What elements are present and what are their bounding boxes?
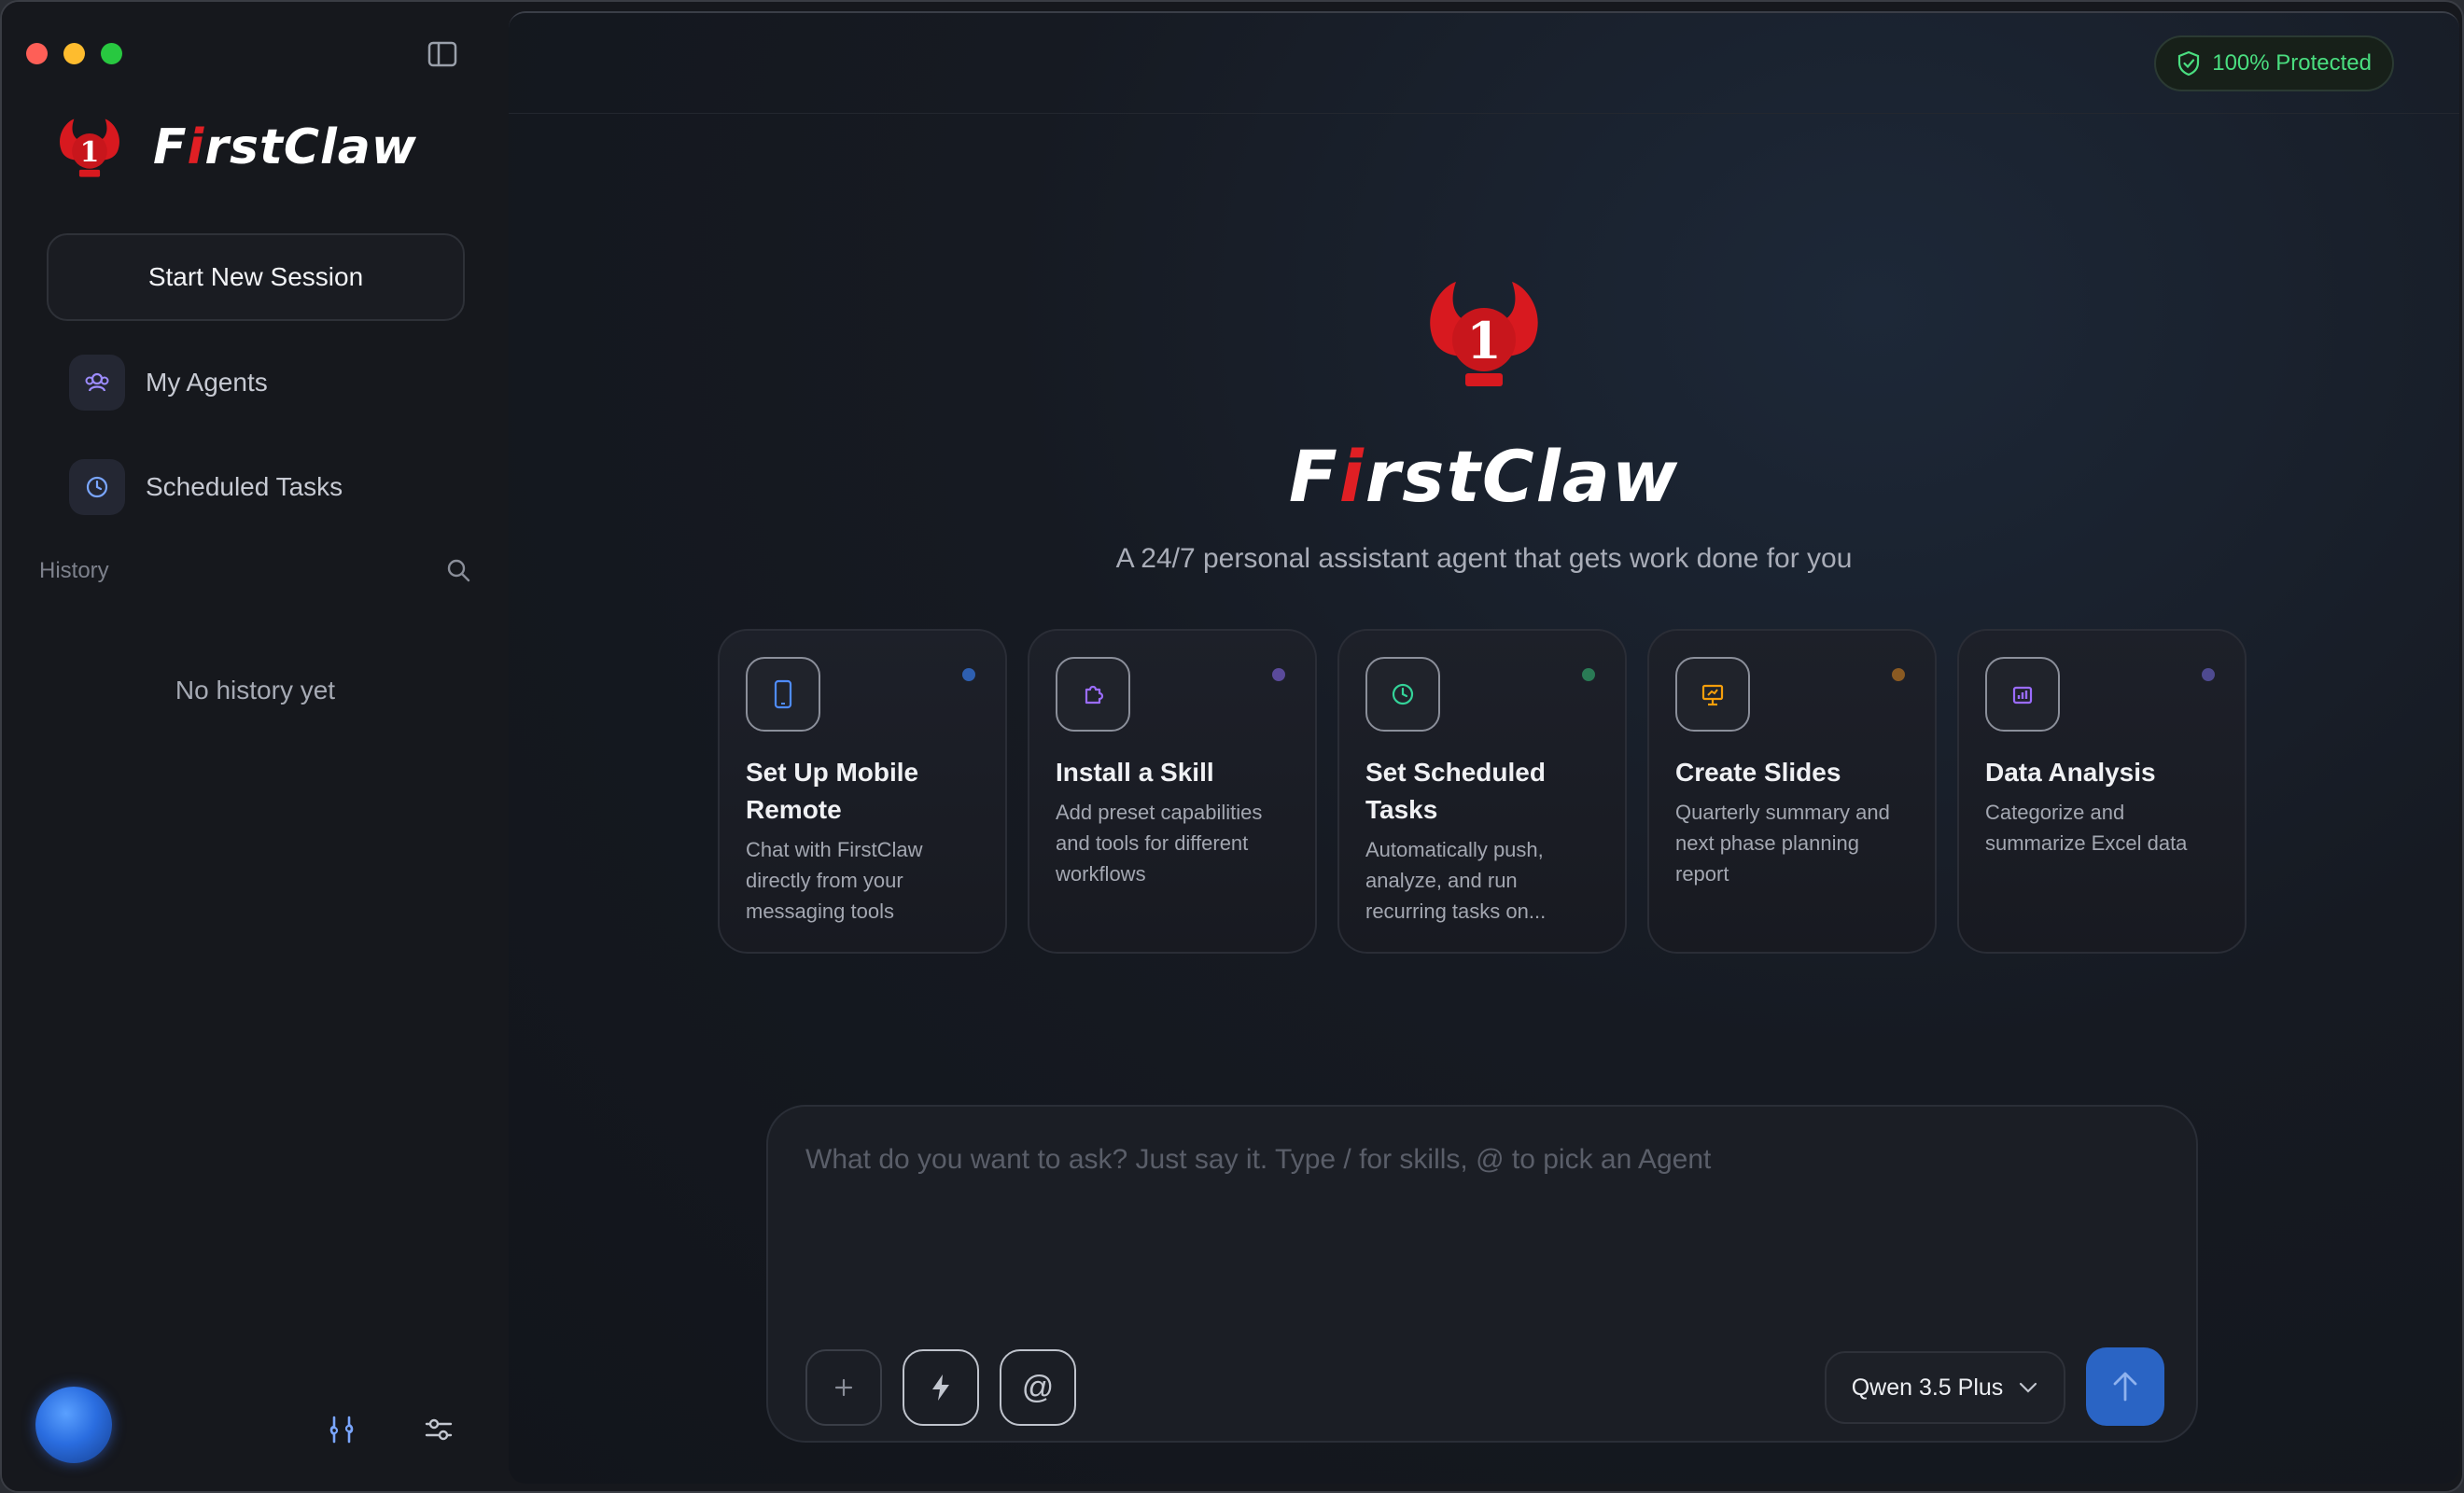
claw-logo-icon: 1 bbox=[1430, 282, 1538, 386]
minimize-window-button[interactable] bbox=[63, 43, 85, 64]
agents-icon bbox=[69, 355, 125, 411]
svg-text:1: 1 bbox=[1466, 311, 1502, 370]
sidebar-item-scheduled-tasks[interactable]: Scheduled Tasks bbox=[69, 459, 343, 515]
status-dot bbox=[1892, 668, 1905, 681]
main-panel: 100% Protected 1 FirstClaw A 24/7 person… bbox=[509, 11, 2459, 1484]
settings-button[interactable] bbox=[418, 1409, 459, 1450]
plugins-button[interactable] bbox=[321, 1409, 362, 1450]
card-title: Install a Skill bbox=[1056, 758, 1214, 787]
card-title: Data Analysis bbox=[1985, 758, 2156, 787]
status-dot bbox=[1582, 668, 1595, 681]
chevron-down-icon bbox=[2020, 1382, 2037, 1393]
sidebar-toggle-button[interactable] bbox=[424, 39, 461, 69]
clock-icon bbox=[69, 459, 125, 515]
card-description: Automatically push, analyze, and run rec… bbox=[1365, 838, 1547, 923]
hero-tagline: A 24/7 personal assistant agent that get… bbox=[1115, 543, 1853, 574]
claw-logo-icon: 1 bbox=[60, 119, 119, 177]
card-description: Add preset capabilities and tools for di… bbox=[1056, 801, 1263, 886]
top-bar: 100% Protected bbox=[509, 13, 2459, 114]
shield-check-icon bbox=[2178, 50, 2200, 77]
attach-button[interactable] bbox=[805, 1349, 882, 1426]
card-description: Quarterly summary and next phase plannin… bbox=[1675, 801, 1890, 886]
sidebar: 1 FirstClaw Start New Session My Agents bbox=[2, 2, 509, 1491]
empty-history-message: No history yet bbox=[175, 676, 336, 705]
send-button[interactable] bbox=[2086, 1347, 2164, 1426]
search-icon bbox=[447, 559, 470, 582]
card-set-scheduled-tasks[interactable]: Set Scheduled Tasks Automatically push, … bbox=[1337, 629, 1627, 954]
presentation-icon bbox=[1675, 657, 1750, 732]
status-dot bbox=[962, 668, 975, 681]
card-data-analysis[interactable]: Data Analysis Categorize and summarize E… bbox=[1957, 629, 2247, 954]
mobile-icon bbox=[746, 657, 820, 732]
card-title: Set Up Mobile Remote bbox=[746, 758, 919, 824]
sidebar-panel-icon bbox=[427, 41, 457, 67]
history-heading: History bbox=[39, 558, 109, 583]
status-dot bbox=[1272, 668, 1285, 681]
model-selector-label: Qwen 3.5 Plus bbox=[1851, 1374, 2004, 1401]
model-selector[interactable]: Qwen 3.5 Plus bbox=[1825, 1351, 2065, 1424]
window-controls bbox=[26, 43, 122, 64]
protection-status-badge[interactable]: 100% Protected bbox=[2154, 35, 2394, 91]
card-description: Categorize and summarize Excel data bbox=[1985, 801, 2188, 855]
card-create-slides[interactable]: Create Slides Quarterly summary and next… bbox=[1647, 629, 1937, 954]
lightning-icon bbox=[932, 1374, 949, 1401]
plus-icon bbox=[834, 1378, 853, 1397]
maximize-window-button[interactable] bbox=[101, 43, 122, 64]
sliders-icon bbox=[425, 1418, 453, 1441]
mention-agent-button[interactable]: @ bbox=[1000, 1349, 1076, 1426]
sidebar-item-label: My Agents bbox=[146, 368, 268, 397]
at-icon: @ bbox=[1021, 1369, 1055, 1405]
composer: @ Qwen 3.5 Plus bbox=[766, 1105, 2198, 1443]
close-window-button[interactable] bbox=[26, 43, 48, 64]
user-avatar[interactable] bbox=[35, 1387, 112, 1463]
card-description: Chat with FirstClaw directly from your m… bbox=[746, 838, 923, 923]
arrow-up-icon bbox=[2113, 1372, 2137, 1402]
status-dot bbox=[2202, 668, 2215, 681]
hero-brand-wordmark: FirstClaw bbox=[1288, 435, 1680, 518]
skills-button[interactable] bbox=[903, 1349, 979, 1426]
sidebar-item-label: Scheduled Tasks bbox=[146, 472, 343, 501]
clock-icon bbox=[1365, 657, 1440, 732]
quick-start-cards: Set Up Mobile Remote Chat with FirstClaw… bbox=[718, 629, 2247, 954]
plug-icon bbox=[329, 1416, 354, 1444]
brand-wordmark: FirstClaw bbox=[153, 119, 417, 175]
bar-chart-icon bbox=[1985, 657, 2060, 732]
card-set-up-mobile-remote[interactable]: Set Up Mobile Remote Chat with FirstClaw… bbox=[718, 629, 1007, 954]
puzzle-icon bbox=[1056, 657, 1130, 732]
sidebar-item-my-agents[interactable]: My Agents bbox=[69, 355, 268, 411]
card-title: Create Slides bbox=[1675, 758, 1841, 787]
card-install-a-skill[interactable]: Install a Skill Add preset capabilities … bbox=[1028, 629, 1317, 954]
protection-status-label: 100% Protected bbox=[2212, 50, 2372, 76]
history-search-button[interactable] bbox=[442, 554, 474, 586]
prompt-input[interactable] bbox=[805, 1144, 2149, 1293]
card-title: Set Scheduled Tasks bbox=[1365, 758, 1546, 824]
sidebar-logo: 1 FirstClaw bbox=[50, 114, 417, 181]
app-window: 1 FirstClaw Start New Session My Agents bbox=[0, 0, 2464, 1493]
svg-text:1: 1 bbox=[80, 136, 100, 169]
start-new-session-button[interactable]: Start New Session bbox=[47, 233, 465, 321]
